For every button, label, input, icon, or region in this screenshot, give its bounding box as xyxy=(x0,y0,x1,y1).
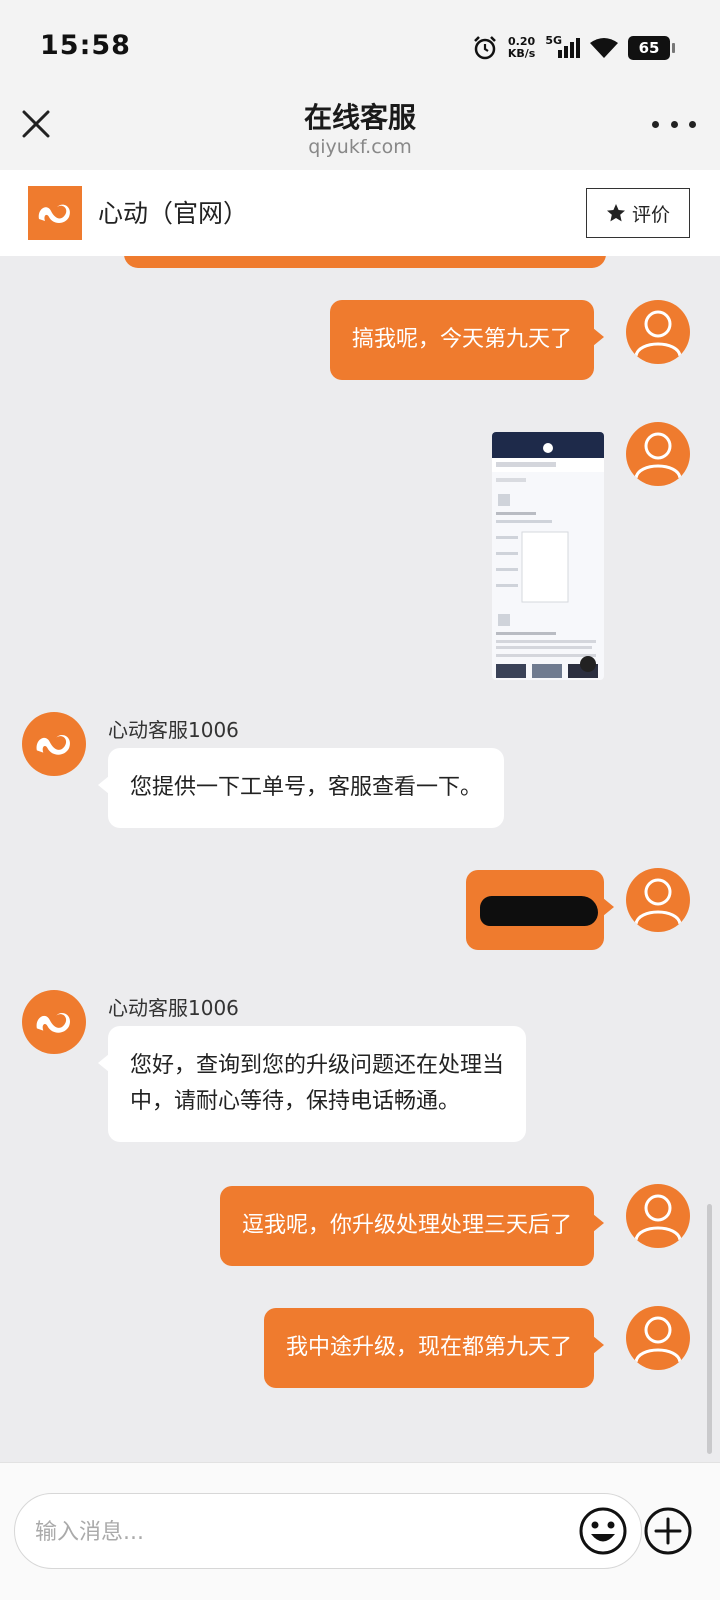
net-speed-unit: KB/s xyxy=(507,47,536,60)
more-dot xyxy=(670,120,678,128)
page-subtitle: qiyukf.com xyxy=(308,136,412,158)
screenshot-thumbnail xyxy=(492,432,604,678)
chat-scrollbar[interactable] xyxy=(707,1204,712,1454)
redacted-content xyxy=(480,896,598,926)
user-avatar[interactable] xyxy=(626,422,690,486)
person-icon xyxy=(634,432,682,479)
brand-name: 心动（官网） xyxy=(98,199,249,228)
user-message[interactable]: 逗我呢，你升级处理处理三天后了 xyxy=(219,1186,605,1266)
message-text: 我中途升级，现在都第九天了 xyxy=(285,1335,572,1360)
person-icon xyxy=(634,1194,682,1241)
more-icon[interactable] xyxy=(652,112,696,136)
title-bar: 在线客服 qiyukf.com xyxy=(0,92,720,170)
more-dot xyxy=(689,120,696,128)
message-text-line: 中，请耐心等待，保持电话畅通。 xyxy=(130,1089,461,1114)
user-avatar[interactable] xyxy=(626,1184,690,1248)
network-type: 5G xyxy=(545,33,562,47)
agent-avatar[interactable] xyxy=(22,990,86,1054)
brand-logo-icon xyxy=(36,1013,70,1033)
person-icon xyxy=(634,1316,682,1363)
message-text: 您提供一下工单号，客服查看一下。 xyxy=(130,775,483,800)
user-avatar[interactable] xyxy=(626,1306,690,1370)
user-message[interactable]: 我中途升级，现在都第九天了 xyxy=(263,1308,605,1388)
message-input[interactable] xyxy=(35,1512,555,1552)
message-input-container xyxy=(14,1493,642,1569)
user-avatar[interactable] xyxy=(626,300,690,364)
page-title: 在线客服 xyxy=(303,101,416,134)
emoji-icon[interactable] xyxy=(577,1505,629,1557)
brand-logo-icon xyxy=(38,204,70,223)
brand-bar: 心动（官网） 评价 xyxy=(0,170,720,256)
rate-label: 评价 xyxy=(631,203,670,226)
agent-name: 心动客服1006 xyxy=(108,718,239,742)
user-avatar[interactable] xyxy=(626,868,690,932)
person-icon xyxy=(634,310,682,357)
user-message[interactable]: 搞我呢，今天第九天了 xyxy=(329,300,605,380)
person-icon xyxy=(634,878,682,925)
status-icons: 0.20 KB/s 5G 65 xyxy=(472,32,675,64)
alarm-icon xyxy=(473,36,496,60)
input-bar xyxy=(0,1462,720,1600)
chat-area[interactable]: 搞我呢，今天第九天了 心动客服1006 您提供一下工单号，客服查看一下。 心动客… xyxy=(0,256,720,1462)
brand-logo xyxy=(28,186,82,240)
status-time: 15:58 xyxy=(40,30,131,61)
battery-icon: 65 xyxy=(628,36,675,60)
wifi-icon xyxy=(590,38,618,58)
agent-avatar[interactable] xyxy=(22,712,86,776)
plus-icon[interactable] xyxy=(642,1505,694,1557)
star-icon xyxy=(606,204,625,222)
more-dot xyxy=(652,120,659,128)
battery-level: 65 xyxy=(638,39,660,57)
brand-logo-icon xyxy=(36,735,70,755)
message-text: 搞我呢，今天第九天了 xyxy=(351,327,572,352)
image-message[interactable] xyxy=(492,432,604,680)
agent-message[interactable]: 您提供一下工单号，客服查看一下。 xyxy=(97,748,505,828)
message-text-line: 您好，查询到您的升级问题还在处理当 xyxy=(130,1053,505,1078)
agent-name: 心动客服1006 xyxy=(108,996,239,1020)
rate-button[interactable]: 评价 xyxy=(586,188,690,238)
net-speed: 0.20 KB/s xyxy=(508,36,535,60)
message-bubble-partial xyxy=(124,256,606,268)
status-bar: 15:58 0.20 KB/s 5G 65 xyxy=(0,0,720,92)
agent-message[interactable]: 您好，查询到您的升级问题还在处理当 中，请耐心等待，保持电话畅通。 xyxy=(97,1026,527,1142)
message-text: 逗我呢，你升级处理处理三天后了 xyxy=(241,1213,572,1238)
